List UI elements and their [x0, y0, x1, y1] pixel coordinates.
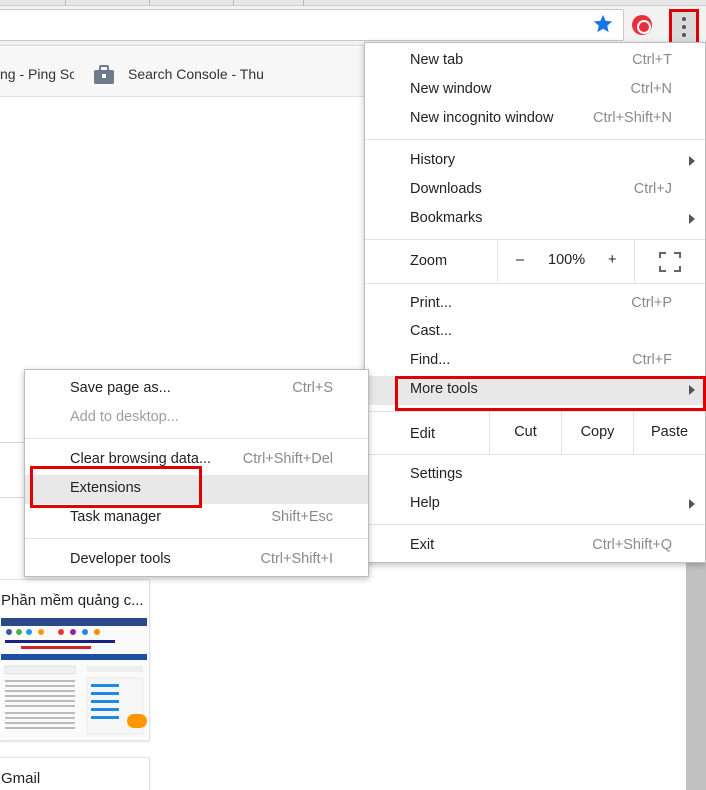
menu-separator — [365, 524, 705, 525]
menu-item-label: Clear browsing data... — [70, 451, 212, 467]
menu-item-shortcut: Ctrl+T — [632, 52, 672, 68]
menu-item-shortcut: Ctrl+Shift+I — [260, 551, 333, 567]
menu-item-new-tab[interactable]: New tab Ctrl+T — [365, 47, 705, 76]
tile-title: Phần mềm quảng c... — [1, 592, 144, 609]
bookmark-item[interactable]: ng - Ping Sc — [0, 66, 74, 82]
menu-item-cast[interactable]: Cast... — [365, 318, 705, 347]
menu-item-bookmarks[interactable]: Bookmarks — [365, 205, 705, 234]
menu-item-shortcut: Ctrl+J — [633, 181, 672, 197]
fullscreen-icon[interactable] — [659, 252, 681, 272]
menu-item-history[interactable]: History — [365, 147, 705, 176]
edit-row: Edit Cut Copy Paste — [365, 412, 705, 454]
menu-item-label: Downloads — [410, 181, 482, 197]
more-tools-submenu: Save page as... Ctrl+S Add to desktop...… — [24, 369, 369, 577]
menu-separator — [365, 283, 705, 284]
menu-separator — [365, 139, 705, 140]
menu-item-label: New window — [410, 81, 492, 97]
menu-item-shortcut: Ctrl+P — [631, 295, 672, 311]
chevron-right-icon — [689, 214, 695, 224]
zoom-in-button[interactable]: + — [608, 252, 616, 268]
menu-item-label: New tab — [410, 52, 464, 68]
copy-button[interactable]: Copy — [561, 412, 633, 454]
menu-item-new-window[interactable]: New window Ctrl+N — [365, 76, 705, 105]
menu-item-downloads[interactable]: Downloads Ctrl+J — [365, 176, 705, 205]
menu-item-shortcut: Ctrl+N — [630, 81, 673, 97]
address-bar[interactable] — [0, 9, 624, 41]
menu-item-shortcut: Ctrl+Shift+N — [593, 110, 672, 126]
more-vertical-icon[interactable] — [669, 9, 699, 45]
menu-item-shortcut: Ctrl+Shift+Del — [242, 451, 333, 467]
most-visited-tile[interactable]: Phần mềm quảng c... — [0, 579, 150, 741]
menu-item-shortcut: Shift+Esc — [271, 509, 333, 525]
star-icon[interactable] — [592, 13, 614, 35]
menu-item-label: Add to desktop... — [70, 409, 179, 425]
zoom-control: – 100% + — [497, 240, 635, 283]
submenu-item-add-to-desktop: Add to desktop... — [25, 404, 368, 433]
highlight-box — [395, 376, 706, 411]
menu-item-find[interactable]: Find... Ctrl+F — [365, 347, 705, 376]
tile-thumbnail — [1, 618, 147, 738]
menu-item-shortcut: Ctrl+S — [292, 380, 333, 396]
menu-item-new-incognito[interactable]: New incognito window Ctrl+Shift+N — [365, 105, 705, 134]
menu-item-shortcut: Ctrl+Shift+Q — [592, 537, 672, 553]
cut-button[interactable]: Cut — [489, 412, 561, 454]
menu-item-label: Exit — [410, 537, 435, 553]
menu-separator — [25, 538, 368, 539]
menu-item-shortcut: Ctrl+F — [632, 352, 672, 368]
chevron-right-icon — [689, 156, 695, 166]
menu-item-label: Help — [410, 495, 440, 511]
chevron-right-icon — [689, 499, 695, 509]
menu-item-label: Developer tools — [70, 551, 171, 567]
submenu-item-task-manager[interactable]: Task manager Shift+Esc — [25, 504, 368, 533]
menu-item-label: Print... — [410, 295, 452, 311]
submenu-item-save-page[interactable]: Save page as... Ctrl+S — [25, 375, 368, 404]
menu-separator — [365, 454, 705, 455]
briefcase-icon — [94, 65, 114, 84]
bookmark-item[interactable]: Search Console - Thu — [128, 66, 264, 82]
paste-button[interactable]: Paste — [633, 412, 705, 454]
menu-separator — [25, 438, 368, 439]
menu-item-label: New incognito window — [410, 110, 554, 126]
tile-title: Gmail — [1, 770, 41, 787]
menu-item-label: Find... — [410, 352, 451, 368]
menu-item-settings[interactable]: Settings — [365, 461, 705, 490]
highlight-box — [30, 466, 202, 508]
zoom-out-button[interactable]: – — [516, 252, 524, 268]
zoom-row: Zoom – 100% + — [365, 240, 705, 283]
submenu-item-developer-tools[interactable]: Developer tools Ctrl+Shift+I — [25, 546, 368, 575]
menu-item-label: History — [410, 152, 456, 168]
scrollbar[interactable] — [686, 562, 706, 790]
menu-item-label: Edit — [410, 426, 435, 442]
zoom-level: 100% — [548, 252, 586, 268]
menu-item-label: Zoom — [410, 253, 448, 269]
menu-item-label: Save page as... — [70, 380, 171, 396]
menu-item-print[interactable]: Print... Ctrl+P — [365, 290, 705, 319]
chrome-menu: New tab Ctrl+T New window Ctrl+N New inc… — [364, 42, 706, 563]
browser-toolbar — [0, 6, 706, 46]
menu-item-label: Settings — [410, 466, 463, 482]
extension-icon[interactable] — [632, 15, 652, 35]
menu-item-label: Cast... — [410, 323, 452, 339]
most-visited-tile[interactable]: Gmail — [0, 757, 150, 790]
menu-item-exit[interactable]: Exit Ctrl+Shift+Q — [365, 532, 705, 561]
menu-item-label: Bookmarks — [410, 210, 483, 226]
menu-item-help[interactable]: Help — [365, 490, 705, 519]
menu-item-label: Task manager — [70, 509, 162, 525]
